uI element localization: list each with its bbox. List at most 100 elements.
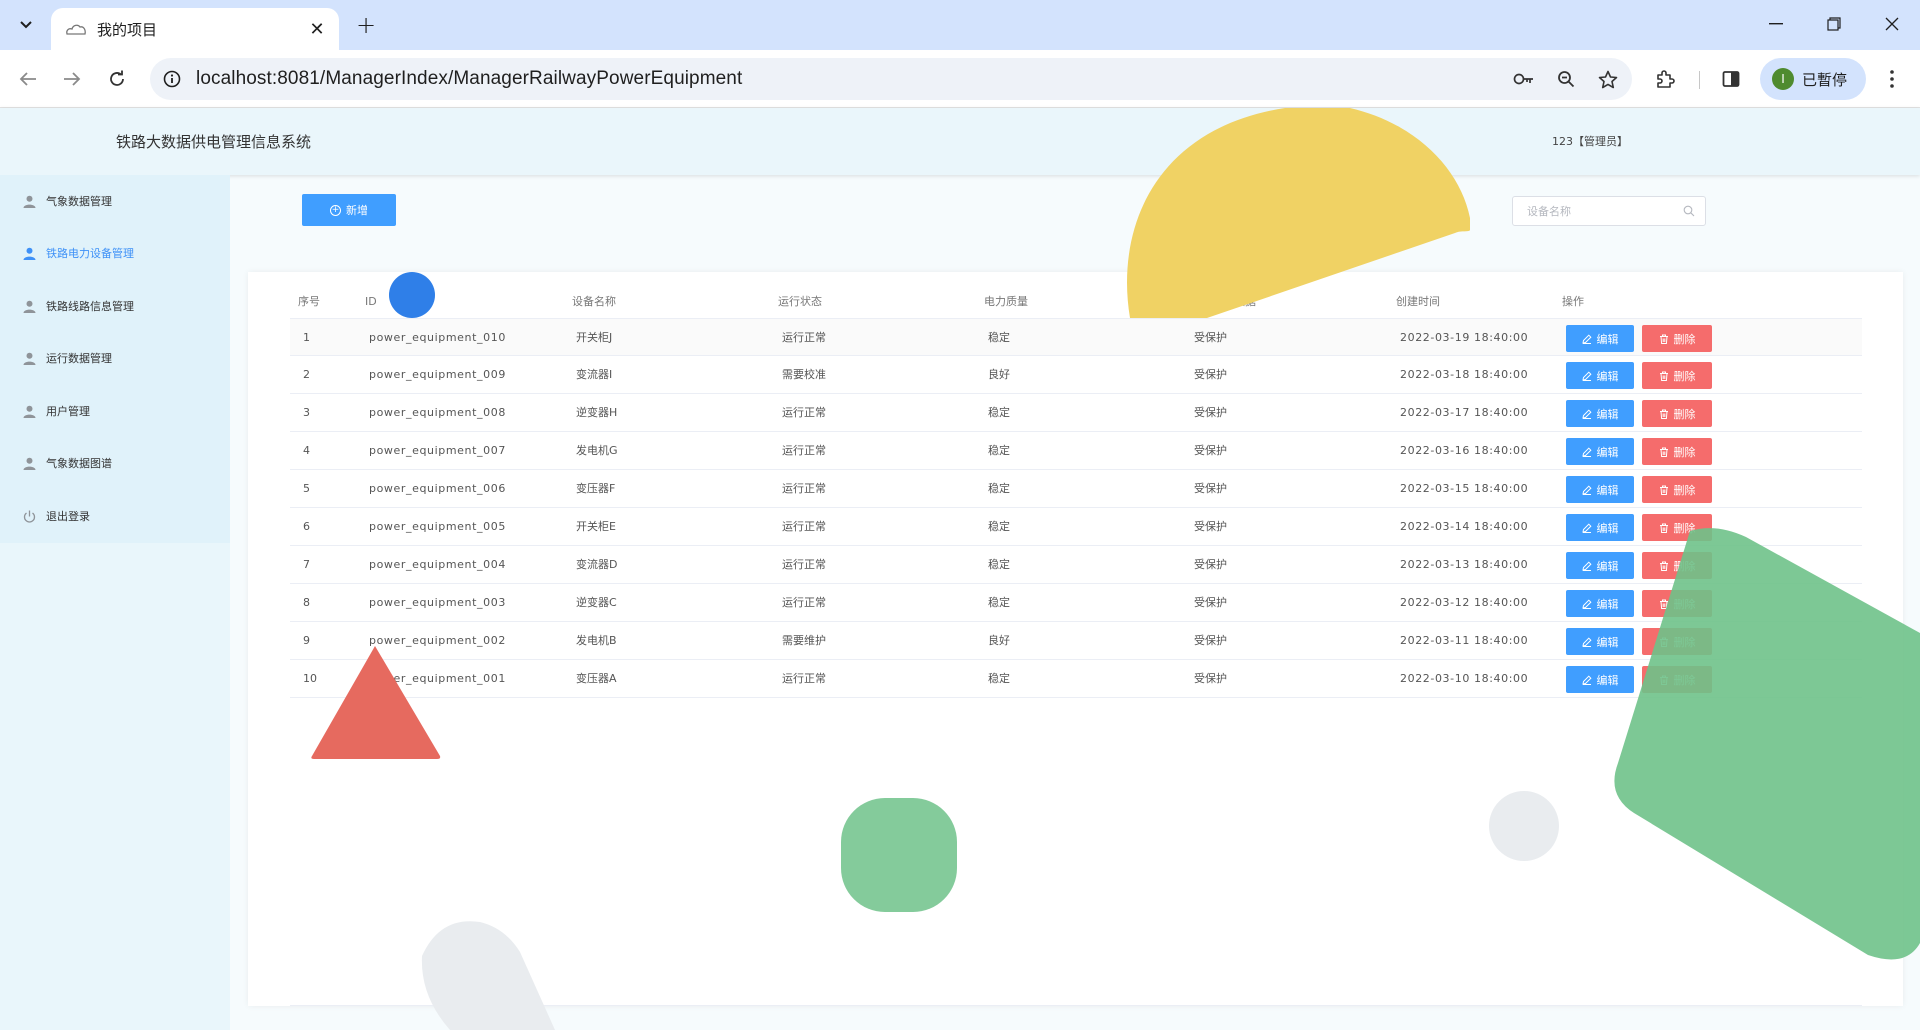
cell-protection: 受保护 xyxy=(1194,558,1227,571)
delete-button[interactable]: 删除 xyxy=(1642,476,1712,503)
more-menu-icon[interactable] xyxy=(1874,61,1910,97)
search-box[interactable] xyxy=(1512,196,1706,226)
column-header-status: 运行状态 xyxy=(778,295,822,308)
sidebar-item-logout[interactable]: 退出登录 xyxy=(0,490,230,542)
delete-button[interactable]: 删除 xyxy=(1642,438,1712,465)
delete-button[interactable]: 删除 xyxy=(1642,514,1712,541)
reload-button[interactable] xyxy=(99,61,135,97)
cell-status: 需要维护 xyxy=(782,634,826,647)
trash-icon xyxy=(1659,371,1668,381)
cell-status: 运行正常 xyxy=(782,331,826,344)
edit-button-label: 编辑 xyxy=(1596,597,1619,611)
edit-button-label: 编辑 xyxy=(1596,483,1619,497)
current-user[interactable]: 123【管理员】 xyxy=(1552,133,1628,149)
restore-button[interactable] xyxy=(1810,4,1858,44)
sidebar-item-weather-data[interactable]: 气象数据管理 xyxy=(0,175,230,227)
cell-protection: 受保护 xyxy=(1194,520,1227,533)
add-button[interactable]: + 新增 xyxy=(302,194,396,226)
tab-search-button[interactable] xyxy=(10,9,42,41)
sidebar-item-railway-lines[interactable]: 铁路线路信息管理 xyxy=(0,280,230,332)
edit-button[interactable]: 编辑 xyxy=(1566,628,1634,655)
trash-icon xyxy=(1659,599,1668,609)
site-info-icon[interactable] xyxy=(154,61,190,97)
delete-button-label: 删除 xyxy=(1673,635,1696,649)
cell-created: 2022-03-19 18:40:00 xyxy=(1400,331,1529,344)
sidebar-item-label: 气象数据管理 xyxy=(46,195,112,208)
edit-button[interactable]: 编辑 xyxy=(1566,590,1634,617)
sidebar-item-power-equipment[interactable]: 铁路电力设备管理 xyxy=(0,227,230,279)
delete-button[interactable]: 删除 xyxy=(1642,400,1712,427)
edit-icon xyxy=(1581,484,1592,495)
cell-protection: 受保护 xyxy=(1194,482,1227,495)
delete-button[interactable]: 删除 xyxy=(1642,590,1712,617)
address-bar[interactable]: localhost:8081/ManagerIndex/ManagerRailw… xyxy=(150,58,1632,100)
delete-button-label: 删除 xyxy=(1673,673,1696,687)
chevron-down-icon xyxy=(20,21,32,29)
edit-button-label: 编辑 xyxy=(1596,332,1619,346)
edit-icon xyxy=(1581,370,1592,381)
cell-id: power_equipment_003 xyxy=(369,596,506,609)
trash-icon xyxy=(1659,334,1668,344)
delete-button[interactable]: 删除 xyxy=(1642,552,1712,579)
edit-button[interactable]: 编辑 xyxy=(1566,362,1634,389)
cell-name: 开关柜J xyxy=(576,331,613,344)
sidebar-item-label: 铁路线路信息管理 xyxy=(46,300,134,313)
browser-tab[interactable]: 我的项目 ✕ xyxy=(51,8,339,50)
new-tab-button[interactable]: + xyxy=(350,9,382,41)
trash-icon xyxy=(1659,485,1668,495)
cell-quality: 良好 xyxy=(988,368,1010,381)
back-button[interactable] xyxy=(10,61,46,97)
delete-button[interactable]: 删除 xyxy=(1642,362,1712,389)
extensions-icon[interactable] xyxy=(1647,61,1683,97)
edit-button[interactable]: 编辑 xyxy=(1566,666,1634,693)
sidebar-item-label: 退出登录 xyxy=(46,510,90,523)
search-icon[interactable] xyxy=(1683,205,1695,217)
edit-button[interactable]: 编辑 xyxy=(1566,514,1634,541)
star-icon[interactable] xyxy=(1590,61,1626,97)
profile-label: 已暫停 xyxy=(1802,70,1848,89)
profile-button[interactable]: I 已暫停 xyxy=(1760,58,1866,100)
edit-button-label: 编辑 xyxy=(1596,407,1619,421)
delete-button[interactable]: 删除 xyxy=(1642,666,1712,693)
sidebar-item-users[interactable]: 用户管理 xyxy=(0,385,230,437)
cell-index: 6 xyxy=(303,520,310,533)
sidebar-item-operation-data[interactable]: 运行数据管理 xyxy=(0,332,230,384)
delete-button[interactable]: 删除 xyxy=(1642,325,1712,352)
url-text[interactable]: localhost:8081/ManagerIndex/ManagerRailw… xyxy=(196,68,1506,90)
zoom-icon[interactable] xyxy=(1548,61,1584,97)
delete-button[interactable]: 删除 xyxy=(1642,628,1712,655)
close-window-button[interactable] xyxy=(1868,4,1916,44)
edit-button-label: 编辑 xyxy=(1596,673,1619,687)
edit-button[interactable]: 编辑 xyxy=(1566,552,1634,579)
edit-button[interactable]: 编辑 xyxy=(1566,476,1634,503)
cell-status: 运行正常 xyxy=(782,482,826,495)
edit-button[interactable]: 编辑 xyxy=(1566,325,1634,352)
edit-button[interactable]: 编辑 xyxy=(1566,400,1634,427)
cell-id: power_equipment_010 xyxy=(369,331,506,344)
table-row: 4 power_equipment_007 发电机G 运行正常 稳定 受保护 2022-03… xyxy=(290,432,1862,470)
trash-icon xyxy=(1659,561,1668,571)
minimize-button[interactable] xyxy=(1752,4,1800,44)
cell-status: 运行正常 xyxy=(782,596,826,609)
sidebar-item-weather-chart[interactable]: 气象数据图谱 xyxy=(0,437,230,489)
arrow-left-icon xyxy=(19,72,36,86)
side-panel-icon[interactable] xyxy=(1713,61,1749,97)
forward-button[interactable] xyxy=(54,61,90,97)
trash-icon xyxy=(1659,637,1668,647)
key-icon[interactable] xyxy=(1506,61,1542,97)
table-row: 3 power_equipment_008 逆变器H 运行正常 稳定 受保护 2022-03… xyxy=(290,394,1862,432)
edit-button[interactable]: 编辑 xyxy=(1566,438,1634,465)
user-icon xyxy=(22,194,36,208)
close-tab-icon[interactable]: ✕ xyxy=(303,15,331,43)
column-header-index: 序号 xyxy=(298,295,320,308)
cell-name: 逆变器H xyxy=(576,406,618,419)
cell-created: 2022-03-10 18:40:00 xyxy=(1400,672,1529,685)
delete-button-label: 删除 xyxy=(1673,407,1696,421)
cell-quality: 稳定 xyxy=(988,672,1010,685)
cell-protection: 受保护 xyxy=(1194,444,1227,457)
trash-icon xyxy=(1659,523,1668,533)
cell-name: 发电机G xyxy=(576,444,618,457)
cell-quality: 稳定 xyxy=(988,558,1010,571)
cell-quality: 稳定 xyxy=(988,596,1010,609)
search-input[interactable] xyxy=(1527,204,1677,218)
